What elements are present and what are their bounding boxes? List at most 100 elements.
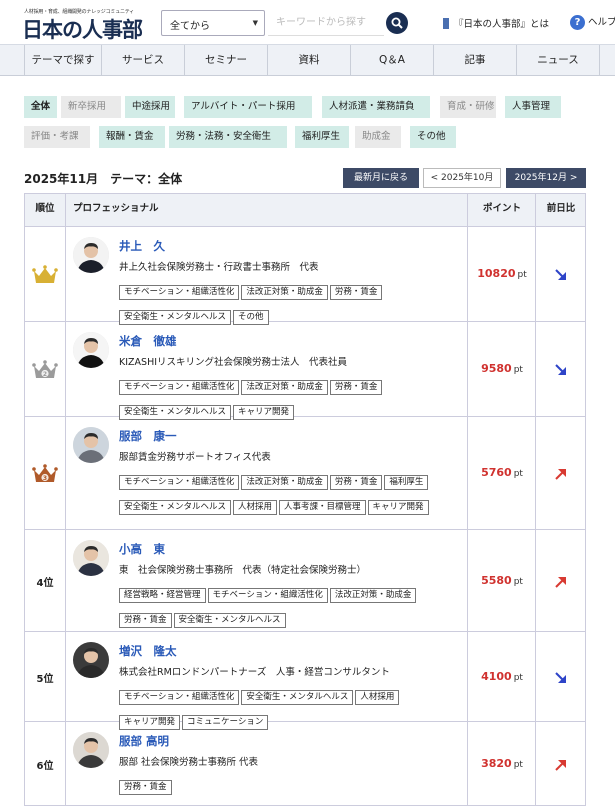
header-points: ポイント bbox=[482, 203, 521, 214]
professional-org: 東 社会保険労務士事務所 代表（特定社会保険労務士） bbox=[119, 565, 367, 576]
main-nav: テーマで探す サービス セミナー 資料 Q＆A 記事 ニュース bbox=[0, 44, 615, 76]
ranking-table: 順位 プロフェッショナル ポイント 前日比 井上 久井上久社会保険労務士・行政書… bbox=[24, 193, 586, 806]
specialty-tags: 労務・賃金 bbox=[119, 774, 459, 799]
specialty-tags: 経営戦略・経営管理 モチベーション・組織活性化 法改正対策・助成金労務・賃金 安全衛生… bbox=[119, 582, 459, 632]
help-link[interactable]: ? ヘルプ bbox=[570, 14, 615, 30]
avatar[interactable] bbox=[73, 237, 109, 273]
search-scope-select[interactable]: 全てから ▼ bbox=[161, 10, 265, 36]
nav-item[interactable]: ニュース bbox=[517, 45, 600, 75]
professional-name[interactable]: 井上 久 bbox=[119, 238, 165, 254]
header-professional: プロフェッショナル bbox=[73, 203, 159, 214]
rank-medal-icon: 3 bbox=[25, 464, 65, 487]
points-value: 5760 pt bbox=[481, 466, 523, 479]
nav-item[interactable]: セミナー bbox=[185, 45, 268, 75]
svg-text:2: 2 bbox=[43, 371, 47, 378]
latest-month-button[interactable]: 最新月に戻る bbox=[343, 168, 419, 188]
professional-name[interactable]: 服部 高明 bbox=[119, 733, 169, 749]
theme-filter-tag[interactable]: 全体 bbox=[24, 96, 57, 118]
specialty-tag: モチベーション・組織活性化 bbox=[119, 380, 240, 395]
theme-filter-tag[interactable]: その他 bbox=[410, 126, 456, 148]
trend-down-icon bbox=[536, 362, 586, 381]
theme-filter-tag[interactable]: 育成・研修 bbox=[440, 96, 496, 118]
trend-up-icon bbox=[536, 757, 586, 776]
theme-filter-tag[interactable]: 評価・考課 bbox=[24, 126, 90, 148]
specialty-tag: 法改正対策・助成金 bbox=[241, 285, 328, 300]
professional-name[interactable]: 米倉 徹雄 bbox=[119, 333, 177, 349]
avatar[interactable] bbox=[73, 427, 109, 463]
points-value: 10820 pt bbox=[477, 267, 527, 280]
specialty-tags: モチベーション・組織活性化 法改正対策・助成金 労務・賃金 福利厚生安全衛生・メンタル… bbox=[119, 469, 459, 519]
table-row[interactable]: 6位 服部 高明 服部 社会保険労務士事務所 代表 労務・賃金 3820 pt bbox=[24, 722, 586, 806]
professional-org: KIZASHIリスキリング社会保険労務士法人 代表社員 bbox=[119, 357, 348, 368]
theme-filter-tag[interactable]: 報酬・賃金 bbox=[99, 126, 165, 148]
professional-org: 株式会社RMロンドンパートナーズ 人事・経営コンサルタント bbox=[119, 667, 390, 678]
site-header: 人材採用・育成、組織開発のナレッジコミュニティ 日本の人事部 全てから ▼ 『日… bbox=[0, 0, 615, 44]
specialty-tag: モチベーション・組織活性化 bbox=[119, 285, 240, 300]
theme-filter-tag[interactable]: 労務・法務・安全衛生 bbox=[169, 126, 287, 148]
rank-label: 6位 bbox=[36, 761, 54, 772]
svg-text:3: 3 bbox=[43, 475, 47, 482]
theme-filter-tag[interactable]: 人材派遣・業務請負 bbox=[322, 96, 430, 118]
points-value: 4100 pt bbox=[481, 670, 523, 683]
rank-medal-icon bbox=[25, 265, 65, 288]
table-row[interactable]: 4位 小高 東東 社会保険労務士事務所 代表（特定社会保険労務士） 経営戦略・経営管… bbox=[24, 530, 586, 632]
rank-label: 4位 bbox=[36, 578, 54, 589]
professional-org: 井上久社会保険労務士・行政書士事務所 代表 bbox=[119, 262, 319, 273]
specialty-tag: 経営戦略・経営管理 bbox=[119, 588, 206, 603]
nav-item[interactable]: テーマで探す bbox=[24, 45, 102, 75]
specialty-tag: 労務・賃金 bbox=[329, 380, 383, 395]
professional-name[interactable]: 小高 東 bbox=[119, 541, 165, 557]
specialty-tag: 人事考課・目標管理 bbox=[279, 500, 366, 515]
points-value: 9580 pt bbox=[481, 362, 523, 375]
nav-item[interactable]: 資料 bbox=[268, 45, 351, 75]
specialty-tag: 人材採用 bbox=[233, 500, 278, 515]
trend-down-icon bbox=[536, 670, 586, 689]
trend-up-icon bbox=[536, 466, 586, 485]
search-icon bbox=[391, 17, 403, 29]
specialty-tag: 安全衛生・メンタルヘルス bbox=[173, 613, 286, 628]
search-input[interactable] bbox=[268, 10, 384, 36]
professional-name[interactable]: 服部 康一 bbox=[119, 428, 177, 444]
help-icon: ? bbox=[570, 15, 585, 30]
theme-filter-tag[interactable]: アルバイト・パート採用 bbox=[184, 96, 312, 118]
trend-up-icon bbox=[536, 574, 586, 593]
specialty-tag: 労務・賃金 bbox=[119, 780, 172, 795]
about-link[interactable]: 『日本の人事部』とは bbox=[443, 16, 549, 30]
help-link-label: ヘルプ bbox=[588, 17, 615, 28]
specialty-tag: 安全衛生・メンタルヘルス bbox=[119, 500, 232, 515]
search-button[interactable] bbox=[386, 12, 408, 34]
theme-filter-tag[interactable]: 助成金 bbox=[355, 126, 401, 148]
table-row[interactable]: 3 服部 康一 服部賃金労務サポートオフィス代表 モチベーション・組織活性化 法改正対策… bbox=[24, 417, 586, 530]
avatar[interactable] bbox=[73, 732, 109, 768]
table-row[interactable]: 2 米倉 徹雄 KIZASHIリスキリング社会保険労務士法人 代表社員モチベーション… bbox=[24, 322, 586, 420]
header-diff: 前日比 bbox=[546, 203, 576, 214]
chevron-down-icon: ▼ bbox=[252, 19, 258, 27]
theme-filter-tag[interactable]: 人事管理 bbox=[505, 96, 561, 118]
specialty-tag: 法改正対策・助成金 bbox=[329, 588, 417, 603]
book-icon bbox=[443, 18, 449, 29]
points-value: 5580 pt bbox=[481, 574, 523, 587]
professional-name[interactable]: 増沢 隆太 bbox=[119, 643, 177, 659]
prev-month-button[interactable]: < 2025年10月 bbox=[423, 168, 501, 188]
table-row[interactable]: 井上 久井上久社会保険労務士・行政書士事務所 代表モチベーション・組織活性化 法改… bbox=[24, 227, 586, 325]
nav-item[interactable]: Q＆A bbox=[351, 45, 434, 75]
specialty-tag: 労務・賃金 bbox=[329, 475, 383, 490]
search-scope-value: 全てから bbox=[170, 21, 210, 32]
avatar[interactable] bbox=[73, 332, 109, 368]
theme-filter-tag[interactable]: 福利厚生 bbox=[295, 126, 349, 148]
avatar[interactable] bbox=[73, 540, 109, 576]
specialty-tag: 労務・賃金 bbox=[329, 285, 383, 300]
header-rank: 順位 bbox=[35, 203, 55, 214]
nav-item[interactable]: サービス bbox=[102, 45, 185, 75]
theme-filter-tag[interactable]: 新卒採用 bbox=[61, 96, 121, 118]
avatar[interactable] bbox=[73, 642, 109, 678]
table-row[interactable]: 5位 増沢 隆太 株式会社RMロンドンパートナーズ 人事・経営コンサルタント モチベー… bbox=[24, 632, 586, 730]
nav-item[interactable]: 記事 bbox=[434, 45, 517, 75]
specialty-tag: モチベーション・組織活性化 bbox=[119, 475, 240, 490]
site-logo[interactable]: 日本の人事部 bbox=[22, 14, 143, 44]
table-header: 順位 プロフェッショナル ポイント 前日比 bbox=[24, 194, 586, 227]
next-month-button[interactable]: 2025年12月 > bbox=[506, 168, 586, 188]
about-link-label: 『日本の人事部』とは bbox=[454, 19, 550, 30]
theme-filter-tag[interactable]: 中途採用 bbox=[125, 96, 175, 118]
specialty-tag: 福利厚生 bbox=[384, 475, 429, 490]
